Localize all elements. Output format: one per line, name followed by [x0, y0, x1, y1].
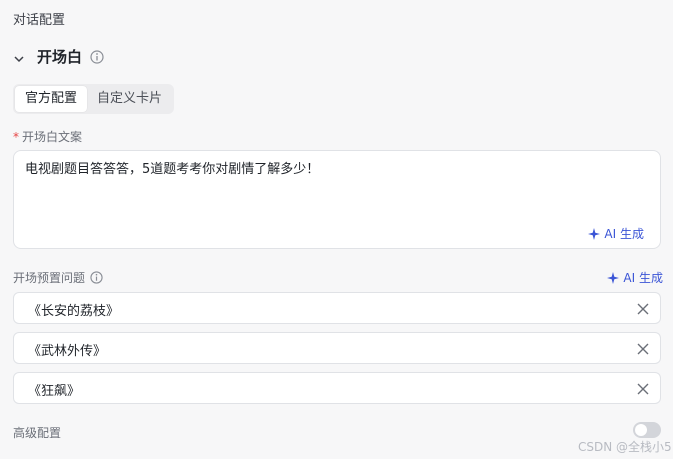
close-icon[interactable]: [636, 301, 650, 315]
info-icon[interactable]: [90, 49, 104, 64]
preset-ai-generate-label: AI 生成: [623, 271, 663, 285]
required-mark: *: [13, 130, 19, 144]
opener-text-label: * 开场白文案: [13, 128, 82, 145]
advanced-config-label: 高级配置: [13, 426, 62, 440]
tab-custom-card[interactable]: 自定义卡片: [87, 86, 172, 112]
section-title: 对话配置: [13, 13, 66, 28]
preset-question-text[interactable]: 《长安的荔枝》: [28, 300, 119, 319]
preset-questions-label: 开场预置问题: [13, 269, 103, 286]
opener-text-value[interactable]: 电视剧题目答答答，5道题考考你对剧情了解多少！: [25, 158, 319, 177]
tab-official-config[interactable]: 官方配置: [15, 86, 88, 112]
preset-questions-label-text: 开场预置问题: [13, 271, 86, 285]
watermark: CSDN @全栈小5: [578, 440, 672, 454]
opener-tabs: 官方配置 自定义卡片: [13, 84, 175, 114]
preset-question-input[interactable]: 《狂飙》: [13, 372, 661, 404]
preset-question-text[interactable]: 《狂飙》: [28, 380, 80, 399]
close-icon[interactable]: [636, 381, 650, 395]
opener-title: 开场白: [37, 47, 83, 66]
preset-question-text[interactable]: 《武林外传》: [28, 340, 106, 359]
info-icon[interactable]: [90, 271, 103, 284]
chevron-down-icon[interactable]: [13, 50, 25, 63]
sparkle-icon: [588, 227, 601, 240]
sparkle-icon: [607, 271, 620, 284]
preset-question-input[interactable]: 《长安的荔枝》: [13, 292, 661, 324]
opener-ai-generate-button[interactable]: AI 生成: [588, 225, 644, 242]
opener-text-label-text: 开场白文案: [22, 130, 83, 144]
preset-ai-generate-button[interactable]: AI 生成: [607, 269, 663, 286]
close-icon[interactable]: [636, 341, 650, 355]
opener-textarea[interactable]: 电视剧题目答答答，5道题考考你对剧情了解多少！ AI 生成: [13, 150, 661, 249]
toggle-knob: [635, 424, 647, 436]
advanced-config-toggle[interactable]: [633, 422, 661, 438]
opener-ai-generate-label: AI 生成: [604, 227, 644, 241]
opener-collapse-header[interactable]: 开场白: [13, 46, 104, 66]
preset-question-input[interactable]: 《武林外传》: [13, 332, 661, 364]
